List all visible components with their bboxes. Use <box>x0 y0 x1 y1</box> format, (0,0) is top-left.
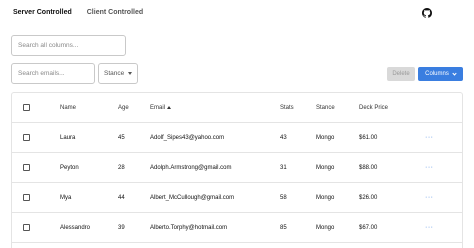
caret-down-icon <box>128 72 132 75</box>
cell-email: Adolf_Sipes43@yahoo.com <box>150 134 225 141</box>
cell-age: 28 <box>118 164 125 171</box>
cell-stats: 85 <box>280 224 287 231</box>
cell-stance: Mongo <box>316 164 335 171</box>
columns-button[interactable]: Columns <box>418 67 463 81</box>
cell-name: Mya <box>60 194 72 201</box>
select-all-checkbox[interactable] <box>23 104 30 111</box>
cell-email: Albert_McCullough@gmail.com <box>150 194 235 201</box>
row-checkbox[interactable] <box>23 164 30 171</box>
cell-email: Adolph.Armstrong@gmail.com <box>150 164 232 171</box>
github-icon[interactable] <box>422 8 432 18</box>
cell-age: 39 <box>118 224 125 231</box>
row-actions-more-icon[interactable]: ··· <box>425 123 434 152</box>
header-email-cell[interactable]: Email <box>150 93 172 122</box>
cell-stats: 31 <box>280 164 287 171</box>
table-row: Laura 45 Adolf_Sipes43@yahoo.com 43 Mong… <box>12 123 462 153</box>
table-row: Mya 44 Albert_McCullough@gmail.com 58 Mo… <box>12 183 462 213</box>
stance-select[interactable]: Stance <box>98 63 138 84</box>
chevron-down-icon <box>452 70 457 76</box>
header-deck-price[interactable]: Deck Price <box>359 93 388 122</box>
header-stance[interactable]: Stance <box>316 93 335 122</box>
row-checkbox[interactable] <box>23 194 30 201</box>
row-actions-more-icon[interactable]: ··· <box>425 183 434 212</box>
cell-name: Laura <box>60 134 76 141</box>
cell-email: Alberto.Torphy@hotmail.com <box>150 224 228 231</box>
cell-deck-price: $67.00 <box>359 224 378 231</box>
cell-stance: Mongo <box>316 224 335 231</box>
cell-stance: Mongo <box>316 194 335 201</box>
cell-deck-price: $26.00 <box>359 194 378 201</box>
header-stats[interactable]: Stats <box>280 93 294 122</box>
cell-stance: Mongo <box>316 134 335 141</box>
cell-deck-price: $61.00 <box>359 134 378 141</box>
row-actions-more-icon[interactable]: ··· <box>425 153 434 182</box>
cell-stats: 58 <box>280 194 287 201</box>
header-age[interactable]: Age <box>118 93 129 122</box>
row-actions-more-icon[interactable]: ··· <box>425 213 434 242</box>
cell-name: Alessandro <box>60 224 91 231</box>
tab-bar: Server Controlled Client Controlled <box>13 9 143 16</box>
tab-client-controlled[interactable]: Client Controlled <box>87 9 143 16</box>
stance-select-label: Stance <box>104 70 125 77</box>
table-row: Alessandro 39 Alberto.Torphy@hotmail.com… <box>12 213 462 243</box>
delete-button[interactable]: Delete <box>387 67 415 81</box>
cell-stats: 43 <box>280 134 287 141</box>
sort-ascending-icon <box>167 106 172 109</box>
cell-age: 45 <box>118 134 125 141</box>
cell-age: 44 <box>118 194 125 201</box>
table-header-row: Name Age Email Stats Stance Deck Price <box>12 93 462 123</box>
search-all-input[interactable]: Search all columns... <box>11 35 126 56</box>
columns-button-label: Columns <box>425 71 449 77</box>
row-checkbox[interactable] <box>23 134 30 141</box>
header-name[interactable]: Name <box>60 93 76 122</box>
cell-deck-price: $88.00 <box>359 164 378 171</box>
search-email-input[interactable]: Search emails... <box>11 63 95 84</box>
delete-button-label: Delete <box>392 71 410 77</box>
cell-name: Peyton <box>60 164 79 171</box>
data-table: Name Age Email Stats Stance Deck Price L… <box>11 92 463 248</box>
row-checkbox[interactable] <box>23 224 30 231</box>
tab-server-controlled[interactable]: Server Controlled <box>13 9 72 16</box>
header-email: Email <box>150 104 166 111</box>
table-row: Peyton 28 Adolph.Armstrong@gmail.com 31 … <box>12 153 462 183</box>
search-email-placeholder: Search emails... <box>18 70 65 77</box>
search-all-placeholder: Search all columns... <box>18 42 79 49</box>
